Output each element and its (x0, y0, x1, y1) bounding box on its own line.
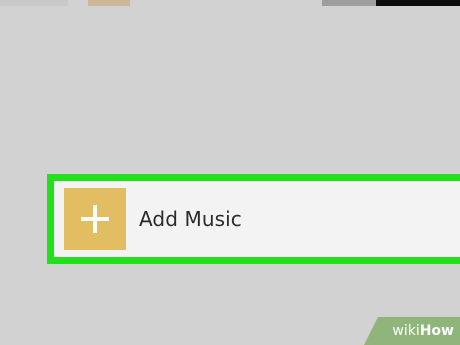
wikihow-watermark: wikiHow (364, 315, 460, 345)
top-strip-segment (376, 0, 460, 6)
watermark-wiki: wiki (392, 323, 420, 339)
plus-icon (64, 188, 126, 250)
top-strip-segment (322, 0, 376, 6)
app-screen: Add Music wikiHow (0, 0, 460, 345)
plus-icon-vertical (93, 205, 97, 233)
add-music-label: Add Music (139, 207, 242, 231)
watermark-text: wikiHow (392, 323, 454, 339)
top-strip-segment (88, 0, 130, 6)
top-edge-strip (0, 0, 460, 6)
top-strip-segment (0, 0, 68, 6)
add-music-button[interactable]: Add Music (54, 181, 460, 257)
watermark-how: How (419, 323, 454, 339)
